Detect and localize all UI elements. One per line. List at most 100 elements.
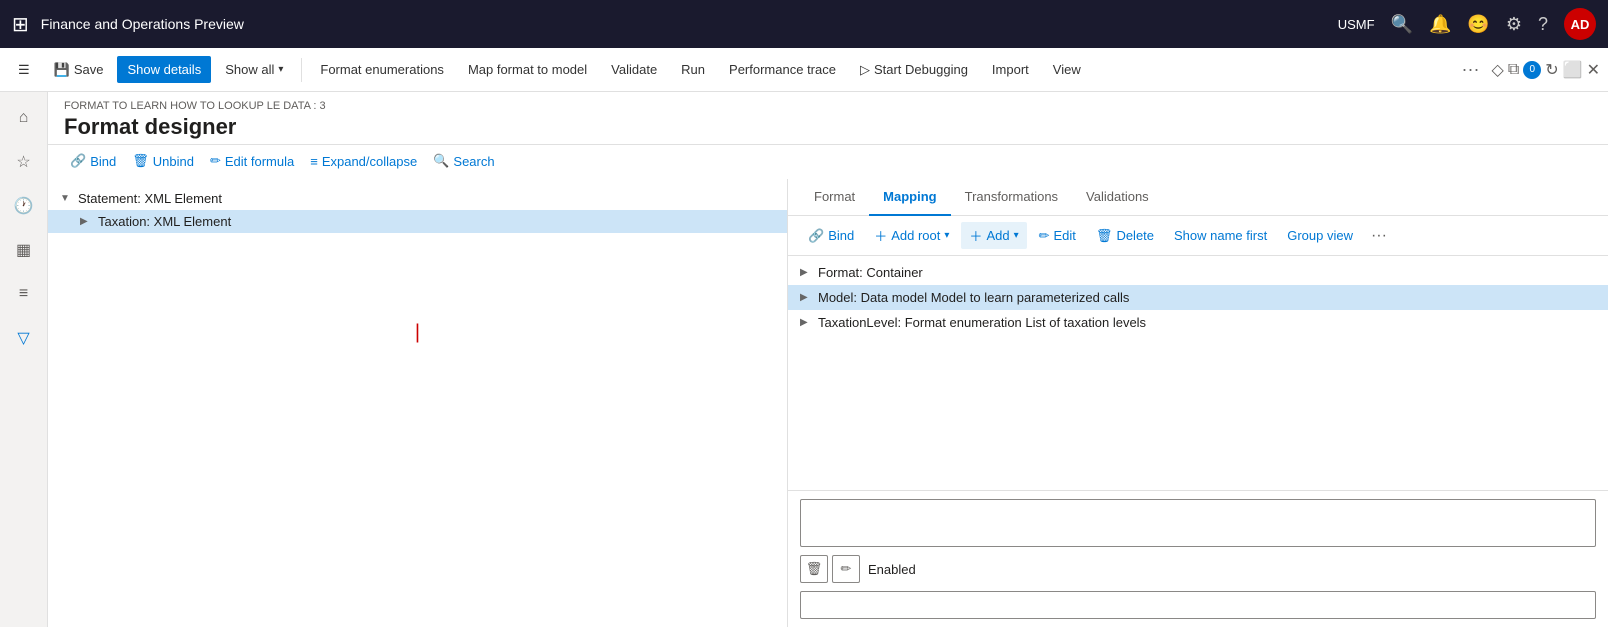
tree-item-taxation[interactable]: ▶ Taxation: XML Element <box>48 210 787 233</box>
edit-formula-button[interactable]: ✏ Edit formula <box>204 149 300 173</box>
content-area: FORMAT TO LEARN HOW TO LOOKUP LE DATA : … <box>48 92 1608 627</box>
topbar: ⊞ Finance and Operations Preview USMF 🔍 … <box>0 0 1608 48</box>
tree-chevron-statement: ▼ <box>60 193 72 204</box>
map-bind-icon: 🔗 <box>808 228 824 244</box>
import-label: Import <box>992 62 1029 77</box>
panels-icon[interactable]: ⧉ <box>1508 61 1519 79</box>
unbind-label: Unbind <box>153 154 194 169</box>
sidebar: ⌂ ☆ 🕐 ▦ ≡ ▽ <box>0 92 48 627</box>
sidebar-list-icon[interactable]: ≡ <box>6 276 42 312</box>
show-name-first-label: Show name first <box>1174 228 1267 243</box>
expand-collapse-button[interactable]: ≡ Expand/collapse <box>304 150 423 173</box>
tree-label-taxation: Taxation: XML Element <box>98 214 231 229</box>
tab-validations[interactable]: Validations <box>1072 179 1163 216</box>
mapping-pane: Format Mapping Transformations Validatio… <box>788 179 1608 627</box>
add-label: Add <box>986 228 1009 243</box>
more-options-icon[interactable]: ··· <box>1454 55 1488 84</box>
add-button[interactable]: ＋ Add ▾ <box>961 222 1026 249</box>
save-label: Save <box>74 62 104 77</box>
sidebar-calendar-icon[interactable]: ▦ <box>6 232 42 268</box>
enabled-textbox[interactable] <box>800 591 1596 619</box>
edit-icon: ✏ <box>1039 228 1050 244</box>
validate-button[interactable]: Validate <box>601 56 667 83</box>
help-icon[interactable]: ? <box>1538 14 1548 35</box>
sidebar-home-icon[interactable]: ⌂ <box>6 100 42 136</box>
search-icon[interactable]: 🔍 <box>1391 14 1413 35</box>
map-bind-button[interactable]: 🔗 Bind <box>800 224 862 248</box>
map-chevron-taxation: ▶ <box>800 317 812 328</box>
smiley-icon[interactable]: 😊 <box>1467 14 1489 35</box>
edit-formula-icon: ✏ <box>210 153 221 169</box>
mapping-more-options[interactable]: ··· <box>1365 223 1393 249</box>
tree-item-statement[interactable]: ▼ Statement: XML Element <box>48 187 787 210</box>
show-all-chevron: ▾ <box>278 64 283 75</box>
add-icon: ＋ <box>969 226 982 245</box>
formula-textbox[interactable] <box>800 499 1596 547</box>
sidebar-clock-icon[interactable]: 🕐 <box>6 188 42 224</box>
separator-1 <box>301 58 302 82</box>
enabled-edit-button[interactable]: ✏ <box>832 555 860 583</box>
add-chevron: ▾ <box>1014 230 1019 241</box>
show-all-label: Show all <box>225 62 274 77</box>
search-button[interactable]: 🔍 Search <box>427 149 500 173</box>
show-details-label: Show details <box>127 62 201 77</box>
enabled-delete-button[interactable]: 🗑 <box>800 555 828 583</box>
format-enumerations-button[interactable]: Format enumerations <box>310 56 454 83</box>
map-chevron-model: ▶ <box>800 292 812 303</box>
show-name-first-button[interactable]: Show name first <box>1166 224 1275 247</box>
view-button[interactable]: View <box>1043 56 1091 83</box>
show-details-button[interactable]: Show details <box>117 56 211 83</box>
grid-icon[interactable]: ⊞ <box>12 12 29 37</box>
enabled-icon-group: 🗑 ✏ <box>800 555 860 583</box>
sidebar-star-icon[interactable]: ☆ <box>6 144 42 180</box>
start-debugging-button[interactable]: ▷ Start Debugging <box>850 56 978 84</box>
unbind-button[interactable]: 🗑 Unbind <box>126 149 200 173</box>
add-root-button[interactable]: ＋ Add root ▾ <box>866 222 957 249</box>
bind-icon: 🔗 <box>70 153 86 169</box>
hamburger-button[interactable]: ☰ <box>8 56 40 84</box>
map-item-model[interactable]: ▶ Model: Data model Model to learn param… <box>788 285 1608 310</box>
delete-icon: 🗑 <box>1096 228 1113 244</box>
run-label: Run <box>681 62 705 77</box>
import-button[interactable]: Import <box>982 56 1039 83</box>
mapping-tabs: Format Mapping Transformations Validatio… <box>788 179 1608 216</box>
expand-icon: ≡ <box>310 154 318 169</box>
delete-label: Delete <box>1116 228 1154 243</box>
run-button[interactable]: Run <box>671 56 715 83</box>
bind-button[interactable]: 🔗 Bind <box>64 149 122 173</box>
save-button[interactable]: 💾 Save <box>44 56 114 84</box>
diamond-icon[interactable]: ◇ <box>1492 60 1504 80</box>
sidebar-filter-icon[interactable]: ▽ <box>6 320 42 356</box>
save-icon: 💾 <box>54 62 70 78</box>
commandbar: ☰ 💾 Save Show details Show all ▾ Format … <box>0 48 1608 92</box>
close-icon[interactable]: ✕ <box>1587 60 1600 80</box>
restore-icon[interactable]: ⬜ <box>1563 60 1583 80</box>
refresh-icon[interactable]: ↻ <box>1545 60 1558 80</box>
bell-icon[interactable]: 🔔 <box>1429 14 1451 35</box>
mapping-tree: ▶ Format: Container ▶ Model: Data model … <box>788 256 1608 490</box>
tab-transformations[interactable]: Transformations <box>951 179 1072 216</box>
divider-marker: | <box>415 322 420 345</box>
avatar[interactable]: AD <box>1564 8 1596 40</box>
user-label: USMF <box>1338 17 1375 32</box>
expand-label: Expand/collapse <box>322 154 417 169</box>
group-view-button[interactable]: Group view <box>1279 224 1361 247</box>
tab-mapping[interactable]: Mapping <box>869 179 950 216</box>
edit-formula-label: Edit formula <box>225 154 294 169</box>
delete-button[interactable]: 🗑 Delete <box>1088 224 1162 248</box>
edit-button[interactable]: ✏ Edit <box>1031 224 1084 248</box>
map-item-format[interactable]: ▶ Format: Container <box>788 260 1608 285</box>
show-all-button[interactable]: Show all ▾ <box>215 56 293 83</box>
settings-icon[interactable]: ⚙ <box>1506 14 1522 35</box>
map-format-button[interactable]: Map format to model <box>458 56 597 83</box>
performance-trace-button[interactable]: Performance trace <box>719 56 846 83</box>
map-item-taxation[interactable]: ▶ TaxationLevel: Format enumeration List… <box>788 310 1608 335</box>
page-header: FORMAT TO LEARN HOW TO LOOKUP LE DATA : … <box>48 92 1608 145</box>
notification-badge[interactable]: 0 <box>1523 61 1541 79</box>
page-title: Format designer <box>64 114 1592 140</box>
mapping-bottom: 🗑 ✏ Enabled <box>788 490 1608 627</box>
split-pane: ▼ Statement: XML Element ▶ Taxation: XML… <box>48 179 1608 627</box>
tab-format[interactable]: Format <box>800 179 869 216</box>
group-view-label: Group view <box>1287 228 1353 243</box>
tree-chevron-taxation: ▶ <box>80 216 92 227</box>
